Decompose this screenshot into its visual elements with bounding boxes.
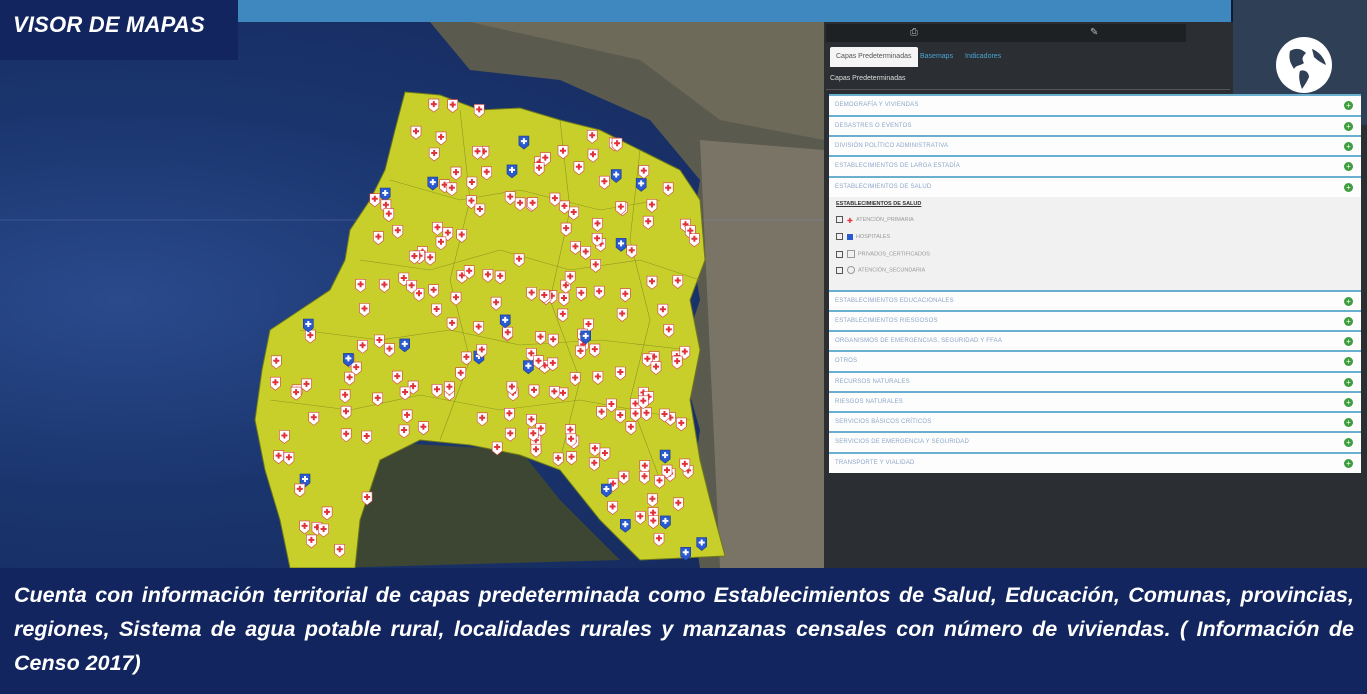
plus-circle-icon[interactable]: +	[1344, 337, 1353, 346]
red-cross-icon: ✚	[847, 217, 853, 225]
tab-basemaps[interactable]: Basemaps	[914, 47, 959, 67]
plus-circle-icon[interactable]: +	[1344, 418, 1353, 427]
salud-item-label: HOSPITALES	[856, 233, 891, 240]
plus-circle-icon[interactable]: +	[1344, 183, 1353, 192]
checkbox[interactable]	[836, 233, 843, 240]
map-canvas[interactable]	[0, 0, 824, 568]
salud-item-label: ATENCIÓN_PRIMARIA	[856, 216, 914, 223]
layer-row[interactable]: DEMOGRAFÍA Y VIVIENDAS +	[829, 94, 1361, 115]
panel-tabs: Capas Predeterminadas Basemaps Indicador…	[826, 47, 1226, 67]
plus-circle-icon[interactable]: +	[1344, 317, 1353, 326]
caption-box: Cuenta con información territorial de ca…	[0, 568, 1367, 694]
hospital-icon	[847, 233, 853, 240]
map-view[interactable]	[0, 0, 824, 568]
wrench-icon[interactable]: ✎	[1090, 27, 1098, 38]
layer-row[interactable]: DESASTRES O EVENTOS +	[829, 115, 1361, 136]
layer-label: DEMOGRAFÍA Y VIVIENDAS	[835, 102, 919, 108]
caption-text: Cuenta con información territorial de ca…	[14, 583, 1354, 675]
checkbox[interactable]	[836, 216, 843, 223]
plus-circle-icon[interactable]: +	[1344, 122, 1353, 131]
salud-item[interactable]: ✚ ATENCIÓN_PRIMARIA	[836, 216, 914, 225]
plus-circle-icon[interactable]: +	[1344, 378, 1353, 387]
panel-toolbar: ⎙ ✎	[826, 24, 1186, 42]
layer-row[interactable]: ORGANISMOS DE EMERGENCIAS, SEGURIDAD Y F…	[829, 330, 1361, 351]
section-title: Capas Predeterminadas	[830, 75, 906, 82]
plus-circle-icon[interactable]: +	[1344, 438, 1353, 447]
layer-row[interactable]: ESTABLECIMIENTOS DE LARGA ESTADÍA +	[829, 155, 1361, 176]
layer-row[interactable]: RIESGOS NATURALES +	[829, 391, 1361, 412]
plus-circle-icon[interactable]: +	[1344, 162, 1353, 171]
layer-label: DESASTRES O EVENTOS	[835, 123, 912, 129]
layer-label: ESTABLECIMIENTOS DE SALUD	[835, 184, 932, 190]
layer-label: DIVISIÓN POLÍTICO ADMINISTRATIVA	[835, 143, 949, 149]
print-icon[interactable]: ⎙	[910, 27, 918, 38]
layer-row[interactable]: ESTABLECIMIENTOS EDUCACIONALES +	[829, 290, 1361, 311]
tab-capas-predeterminadas[interactable]: Capas Predeterminadas	[830, 47, 918, 67]
layer-label: SERVICIOS DE EMERGENCIA Y SEGURIDAD	[835, 439, 970, 445]
layer-row[interactable]: OTROS +	[829, 350, 1361, 371]
layer-label: SERVICIOS BÁSICOS CRÍTICOS	[835, 419, 932, 425]
plus-circle-icon[interactable]: +	[1344, 459, 1353, 468]
top-bar	[238, 0, 1231, 22]
layer-label: ESTABLECIMIENTOS DE LARGA ESTADÍA	[835, 163, 960, 169]
salud-subtitle: ESTABLECIMIENTOS DE SALUD	[836, 201, 922, 207]
plus-circle-icon[interactable]: +	[1344, 357, 1353, 366]
app-title: VISOR DE MAPAS	[13, 12, 205, 37]
tab-indicadores[interactable]: Indicadores	[959, 47, 1007, 67]
plus-circle-icon[interactable]: +	[1344, 297, 1353, 306]
globe-icon[interactable]	[1276, 37, 1332, 93]
layer-label: ESTABLECIMIENTOS RIESGOSOS	[835, 318, 938, 324]
plus-circle-icon[interactable]: +	[1344, 398, 1353, 407]
layer-label: RIESGOS NATURALES	[835, 399, 903, 405]
checkbox[interactable]	[836, 266, 843, 274]
layer-label: TRANSPORTE Y VIALIDAD	[835, 460, 915, 466]
layer-row[interactable]: SERVICIOS BÁSICOS CRÍTICOS +	[829, 411, 1361, 432]
salud-item-label: ATENCIÓN_SECUNDARIA	[858, 267, 926, 274]
title-box: VISOR DE MAPAS	[0, 0, 238, 60]
salud-item[interactable]: PRIVADOS_CERTIFICADOS	[836, 250, 930, 258]
secondary-care-icon	[847, 266, 855, 274]
layer-row[interactable]: TRANSPORTE Y VIALIDAD +	[829, 452, 1361, 473]
screen: VISOR DE MAPAS ⎙ ✎ Capas Predeterminadas…	[0, 0, 1367, 694]
salud-item-label: PRIVADOS_CERTIFICADOS	[858, 251, 930, 258]
checkbox[interactable]	[836, 250, 843, 258]
plus-circle-icon[interactable]: +	[1344, 142, 1353, 151]
salud-item[interactable]: HOSPITALES	[836, 233, 890, 240]
private-icon	[847, 250, 855, 258]
layer-row[interactable]: RECURSOS NATURALES +	[829, 371, 1361, 392]
panel-header: Capas Predeterminadas	[826, 67, 1230, 90]
layer-row[interactable]: ESTABLECIMIENTOS RIESGOSOS +	[829, 310, 1361, 331]
layer-label: RECURSOS NATURALES	[835, 379, 910, 385]
layer-row-salud[interactable]: ESTABLECIMIENTOS DE SALUD +	[829, 176, 1361, 197]
layer-label: OTROS	[835, 358, 858, 364]
layer-row[interactable]: SERVICIOS DE EMERGENCIA Y SEGURIDAD +	[829, 431, 1361, 452]
layer-row[interactable]: DIVISIÓN POLÍTICO ADMINISTRATIVA +	[829, 135, 1361, 156]
plus-circle-icon[interactable]: +	[1344, 101, 1353, 110]
salud-item[interactable]: ATENCIÓN_SECUNDARIA	[836, 266, 925, 274]
layer-label: ESTABLECIMIENTOS EDUCACIONALES	[835, 298, 954, 304]
layer-label: ORGANISMOS DE EMERGENCIAS, SEGURIDAD Y F…	[835, 338, 1003, 344]
